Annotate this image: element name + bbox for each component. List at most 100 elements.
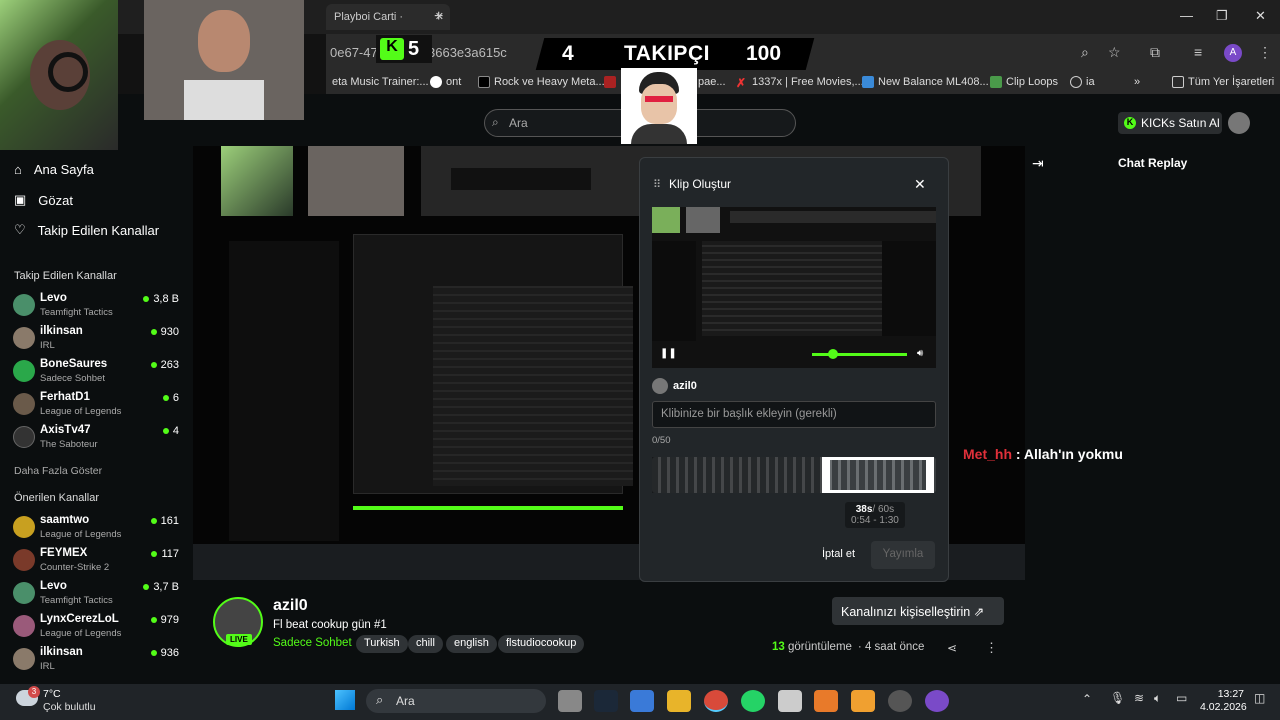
chrome-icon[interactable] [704,690,728,712]
browser-tab[interactable]: Playboi Carti · ✕ [326,4,450,30]
kick-logo-icon: K [380,38,404,60]
volume-icon[interactable]: 🔈︎ [1154,691,1161,706]
clip-preview[interactable]: ❚❚ 🔊︎ [652,207,936,368]
steam-icon[interactable] [594,690,618,712]
more-options-icon[interactable]: ⋮ [985,640,998,656]
task-view-icon[interactable] [558,690,582,712]
cancel-button[interactable]: İptal et [822,548,855,560]
fl-studio-icon[interactable] [814,690,838,712]
notifications-icon[interactable]: ◫ [1254,691,1265,705]
windows-start-icon[interactable] [335,690,355,710]
bookmark-item[interactable]: ✗ 1337x | Free Movies,... [736,76,864,90]
close-window-icon[interactable]: ✕ [1255,8,1266,24]
f-app-icon[interactable] [778,690,802,712]
channel-item[interactable]: ilkinsan IRL 936 [13,646,183,678]
nav-following[interactable]: ♡ Takip Edilen Kanallar [14,222,159,238]
nav-label: Takip Edilen Kanallar [37,222,160,238]
url-text-end[interactable]: 3663e3a615c [428,45,507,60]
viewer-count-value: 3,8 B [153,293,179,305]
channel-item[interactable]: FEYMEX Counter-Strike 2 117 [13,547,183,579]
pause-icon[interactable]: ❚❚ [660,348,677,359]
channel-item[interactable]: LynxCerezLoL League of Legends 979 [13,613,183,645]
live-dot [162,395,169,402]
chat-text: : Allah'ın yokmu [1012,446,1123,462]
channel-item[interactable]: saamtwo League of Legends 161 [13,514,183,546]
app-icon[interactable] [888,690,912,712]
media-icon[interactable]: ≡ [1194,44,1202,60]
collapse-chat-icon[interactable]: ⇥ [1032,155,1044,172]
bookmark-item[interactable]: Clip Loops [990,76,1058,88]
all-bookmarks[interactable]: Tüm Yer İşaretleri [1172,76,1274,88]
live-dot [143,584,150,591]
volume-slider[interactable] [812,353,907,356]
minimize-icon[interactable]: — [1180,8,1193,23]
preview-cam [686,207,720,233]
show-more-link[interactable]: Daha Fazla Göster [14,465,102,477]
share-icon[interactable]: ⋖ [947,641,957,655]
chat-app-icon[interactable] [925,690,949,712]
whatsapp-icon[interactable] [741,690,765,712]
more-bookmarks-icon[interactable]: » [1134,76,1140,88]
new-tab-button[interactable]: + [434,8,443,26]
bookmark-item[interactable]: pae... [698,76,726,88]
channel-item[interactable]: Levo Teamfight Tactics 3,7 B [13,580,183,612]
volume-icon[interactable]: 🔊︎ [917,348,923,359]
followed-section-title: Takip Edilen Kanallar [14,270,117,282]
tag-chip[interactable]: flstudiocookup [498,635,585,653]
user-avatar[interactable] [1228,112,1250,134]
bookmark-item[interactable] [604,76,616,88]
selection-handle-left[interactable] [822,457,830,493]
zoom-icon[interactable]: ⌕ [1081,44,1089,61]
timeline-selection[interactable] [822,457,934,493]
clock-date[interactable]: 4.02.2026 [1200,701,1247,713]
volume-knob[interactable] [828,349,838,359]
menu-icon[interactable]: ⋮ [1258,44,1272,61]
close-icon[interactable]: ✕ [914,176,926,193]
publish-button[interactable]: Yayımla [871,541,935,569]
channel-item[interactable]: FerhatD1 League of Legends 6 [13,391,183,423]
cartoon-avatar [621,68,697,144]
avatar-face [641,84,677,124]
buy-kicks-label: KICKs Satın Al [1141,116,1220,130]
wifi-icon[interactable]: ≋ [1134,691,1144,705]
clip-title-input[interactable]: Klibinize bir başlık ekleyin (gerekli) [652,401,936,428]
channel-item[interactable]: BoneSaures Sadece Sohbet 263 [13,358,183,390]
profile-avatar[interactable]: A [1224,44,1242,62]
channel-category: IRL [40,661,55,672]
bookmark-item[interactable]: ia [1070,76,1095,88]
channel-item[interactable]: Levo Teamfight Tactics 3,8 B [13,292,183,324]
taskbar-search[interactable]: Ara [366,689,546,713]
search-app-icon[interactable] [851,690,875,712]
photos-icon[interactable] [630,690,654,712]
battery-icon[interactable]: ▭ [1176,691,1187,705]
channel-avatar [13,648,35,670]
nav-home[interactable]: ⌂ Ana Sayfa [14,162,94,177]
bookmark-item[interactable]: Rock ve Heavy Meta... [478,76,605,88]
bookmark-item[interactable]: eta Music Trainer:... [332,76,429,88]
tag-chip[interactable]: english [446,635,497,653]
customize-channel-button[interactable]: Kanalınızı kişiselleştirin ⇗ [832,597,1004,625]
selection-handle-right[interactable] [926,457,934,493]
extensions-icon[interactable]: ⧉ [1150,44,1160,61]
file-explorer-icon[interactable] [667,690,691,712]
bookmark-item[interactable]: New Balance ML408... [862,76,989,88]
stream-category[interactable]: Sadece Sohbet [273,637,352,649]
chat-username[interactable]: Met_hh [963,446,1012,462]
streamer-name[interactable]: azil0 [273,597,308,615]
nav-browse[interactable]: ▣ Gözat [14,192,73,208]
microphone-icon[interactable]: 🎙︎ [1110,691,1125,705]
buy-kicks-button[interactable]: K KICKs Satın Al [1118,112,1222,134]
channel-item[interactable]: ilkinsan IRL 930 [13,325,183,357]
rock-icon [478,76,490,88]
tray-expand-icon[interactable]: ⌃ [1082,692,1092,706]
preview-cam [652,207,680,233]
bookmark-label: Rock ve Heavy Meta... [494,76,605,88]
clock-time[interactable]: 13:27 [1216,688,1244,700]
bookmark-item[interactable]: ont [430,76,461,88]
maximize-icon[interactable]: ❐ [1216,8,1228,24]
tag-chip[interactable]: chill [408,635,443,653]
channel-item[interactable]: AxisTv47 The Saboteur 4 [13,424,183,456]
star-icon[interactable]: ☆ [1108,44,1121,61]
tag-chip[interactable]: Turkish [356,635,408,653]
drag-handle-icon[interactable]: ⠿ [653,178,661,191]
